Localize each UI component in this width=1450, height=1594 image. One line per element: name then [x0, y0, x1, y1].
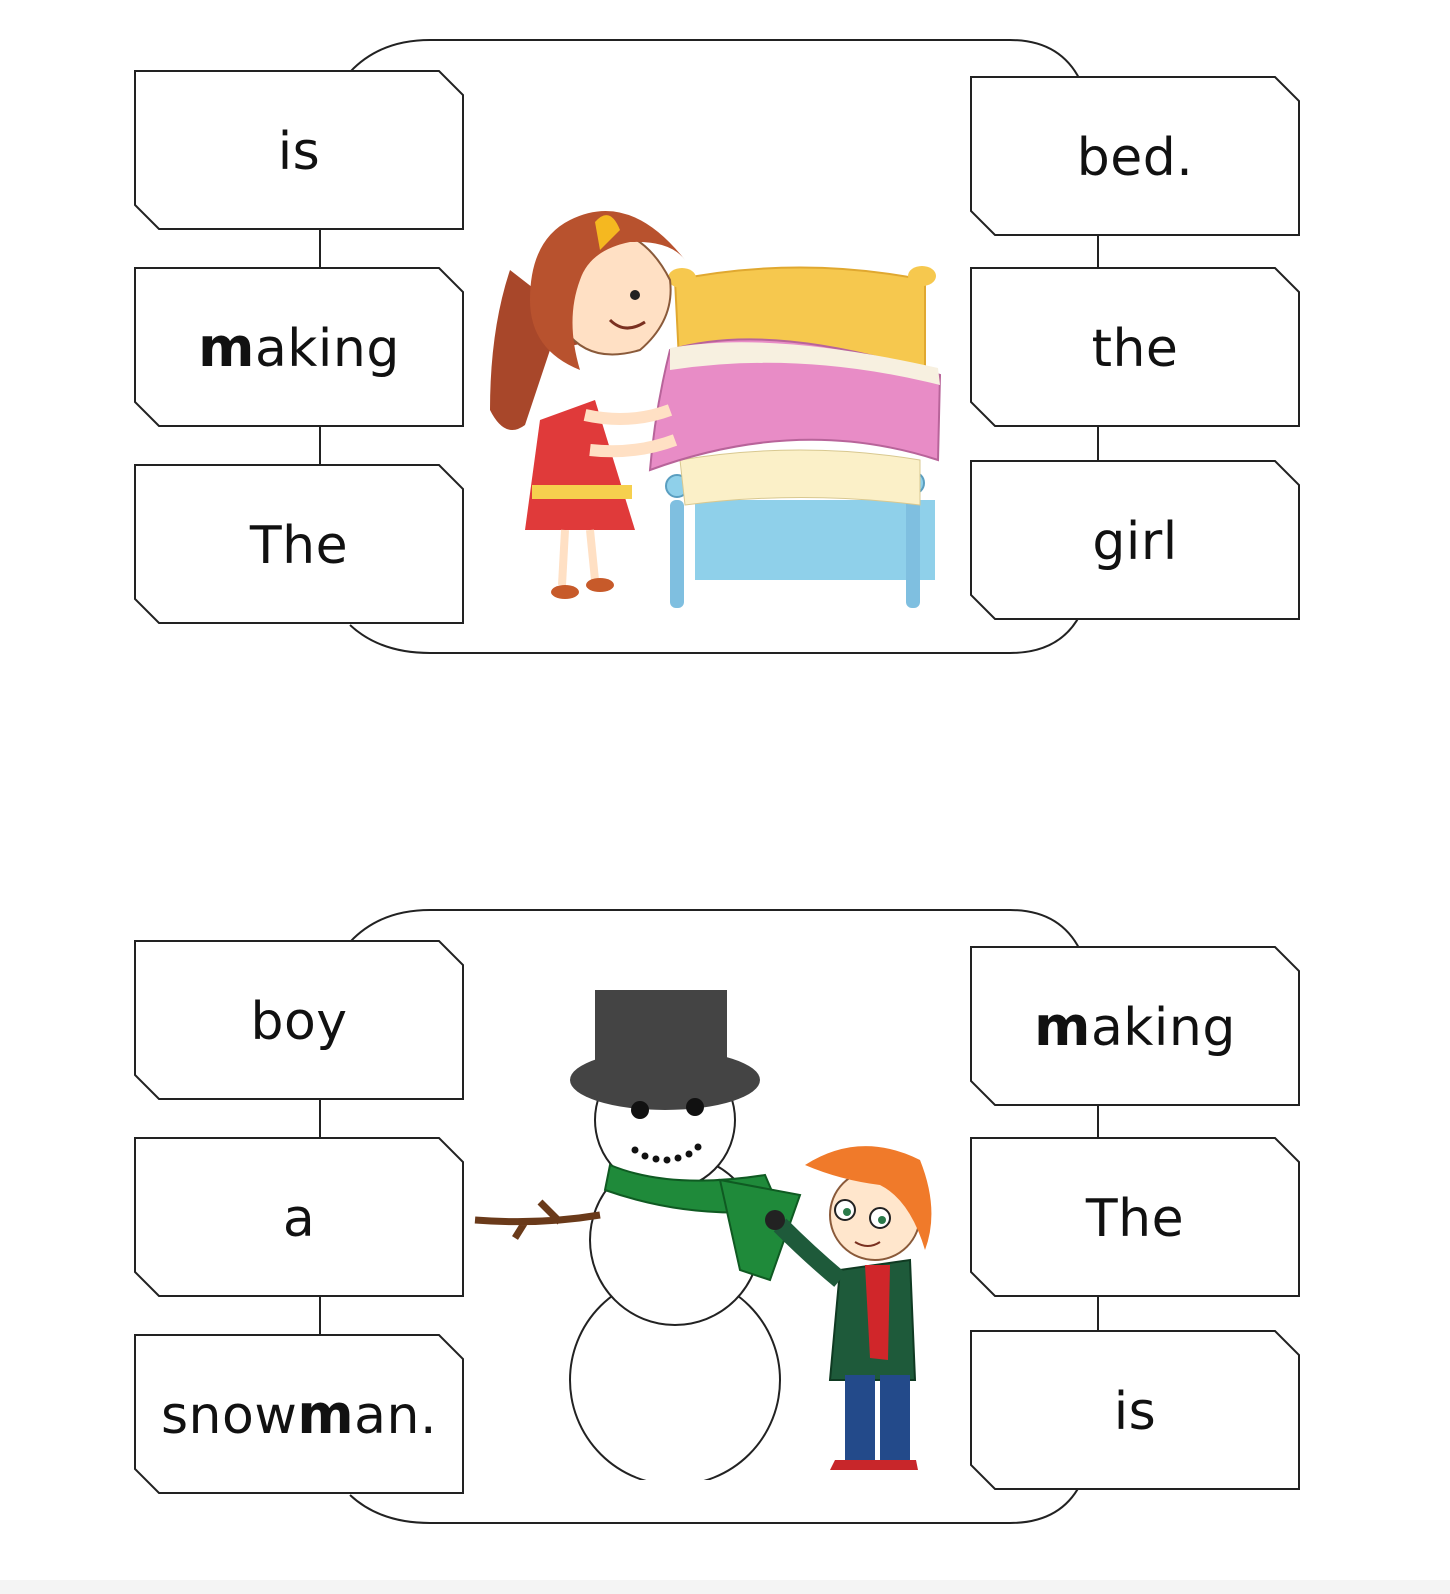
word-text: The — [1085, 1188, 1185, 1249]
word-card[interactable]: The — [134, 464, 464, 624]
sentence-panel-2: boy a snowman. making The is — [0, 900, 1450, 1540]
word-card[interactable]: making — [970, 946, 1300, 1106]
word-text: girl — [1092, 511, 1178, 572]
girl-making-bed-illustration — [490, 211, 942, 608]
word-card[interactable]: The — [970, 1137, 1300, 1297]
word-card[interactable]: is — [970, 1330, 1300, 1490]
girl-icon — [490, 211, 685, 599]
word-card[interactable]: boy — [134, 940, 464, 1100]
word-card[interactable]: snowman. — [134, 1334, 464, 1494]
word-text: snowman. — [160, 1382, 438, 1446]
word-text: making — [198, 315, 400, 379]
word-text: is — [277, 121, 321, 182]
word-card[interactable]: a — [134, 1137, 464, 1297]
word-text: boy — [250, 991, 348, 1052]
word-card[interactable]: is — [134, 70, 464, 230]
bed-icon — [648, 266, 942, 608]
word-text: a — [282, 1188, 316, 1249]
snowman-icon — [474, 990, 802, 1480]
boy-snowman-illustration — [474, 990, 932, 1480]
word-card[interactable]: bed. — [970, 76, 1300, 236]
word-text: The — [249, 515, 349, 576]
word-card[interactable]: the — [970, 267, 1300, 427]
word-text: the — [1091, 318, 1179, 379]
word-text: making — [1034, 994, 1236, 1058]
word-card[interactable]: making — [134, 267, 464, 427]
page-bottom-strip — [0, 1580, 1450, 1594]
word-card[interactable]: girl — [970, 460, 1300, 620]
sentence-panel-1: is making The bed. the girl — [0, 30, 1450, 670]
word-text: is — [1113, 1381, 1157, 1442]
word-text: bed. — [1076, 127, 1194, 188]
